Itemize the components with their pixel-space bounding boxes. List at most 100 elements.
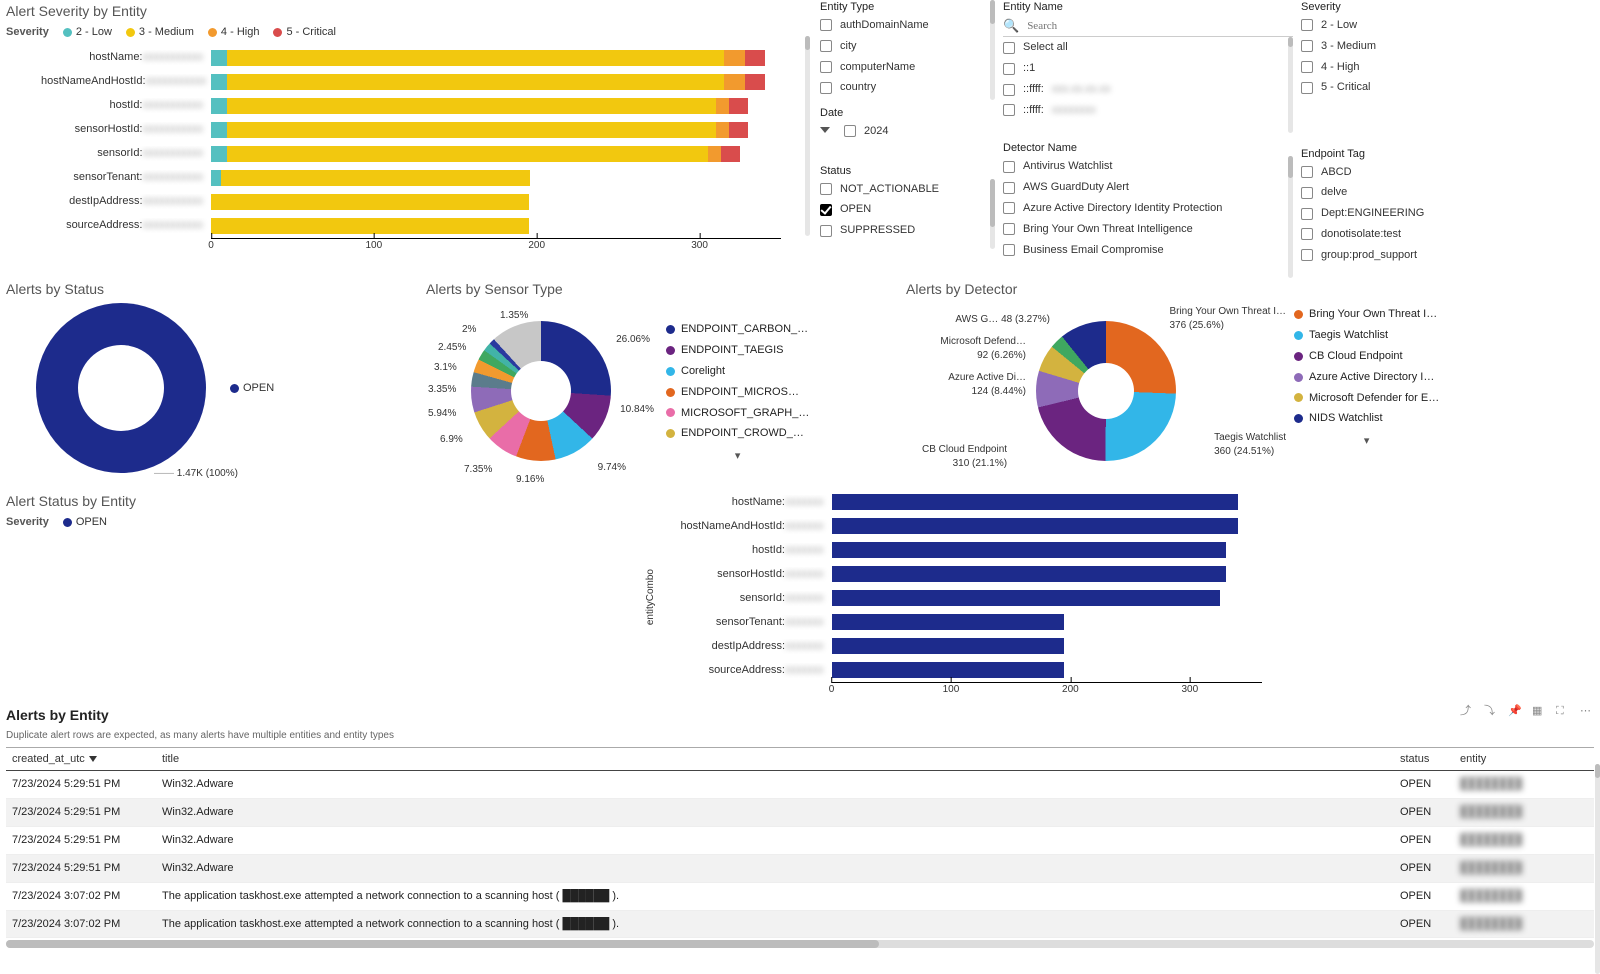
- chevron-down-icon[interactable]: ▾: [1294, 434, 1439, 449]
- bar-row[interactable]: hostName:xxxxxxxxxxx: [41, 46, 804, 70]
- severity-legend: Severity 2 - Low 3 - Medium 4 - High 5 -…: [6, 25, 804, 40]
- bar-row[interactable]: sensorHostId:xxxxxxx: [662, 562, 1600, 586]
- bar-row[interactable]: sourceAddress:xxxxxxx: [662, 658, 1600, 682]
- table-row[interactable]: 7/23/2024 5:29:51 PMWin32.AdwareOPEN████…: [6, 771, 1594, 799]
- entity-type-authdomainname[interactable]: authDomainName: [820, 15, 990, 36]
- donut-status[interactable]: —— 1.47K (100%): [36, 303, 206, 473]
- scrollbar[interactable]: [1595, 764, 1600, 974]
- bar-row[interactable]: destIpAddress:xxxxxxxxxxx: [41, 190, 804, 214]
- chevron-down-icon[interactable]: [820, 127, 830, 133]
- detector-azure-ad[interactable]: Azure Active Directory Identity Protecti…: [1003, 198, 1288, 219]
- entity-name-search-input[interactable]: [1025, 19, 1293, 33]
- entity-type-city[interactable]: city: [820, 36, 990, 57]
- severity-3-medium[interactable]: 3 - Medium: [1301, 36, 1406, 57]
- panel-alerts-by-detector: Alerts by Detector Bring Your Own Threat…: [900, 278, 1600, 488]
- bar-row[interactable]: destIpAddress:xxxxxxx: [662, 634, 1600, 658]
- alerts-table[interactable]: created_at_utc title status entity 7/23/…: [6, 748, 1594, 939]
- legend-medium[interactable]: 3 - Medium: [126, 25, 194, 40]
- bar-row[interactable]: hostId:xxxxxxx: [662, 538, 1600, 562]
- search-icon: 🔍: [1003, 17, 1019, 35]
- bar-row[interactable]: sensorId:xxxxxxxxxxx: [41, 142, 804, 166]
- x-axis: 0100200300: [832, 682, 1262, 704]
- severity-5-critical[interactable]: 5 - Critical: [1301, 77, 1406, 98]
- pin-icon[interactable]: 📌: [1508, 704, 1522, 718]
- filter-status-title: Status: [820, 164, 995, 179]
- filters-panel: Entity Type authDomainName city computer…: [810, 0, 1600, 278]
- bar-row[interactable]: sensorId:xxxxxxx: [662, 586, 1600, 610]
- more-icon[interactable]: ⋯: [1580, 704, 1594, 718]
- table-row[interactable]: 7/23/2024 3:07:02 PMThe application task…: [6, 910, 1594, 938]
- focus-mode-icon[interactable]: ⛶: [1556, 704, 1570, 718]
- table-row[interactable]: 7/23/2024 5:29:51 PMWin32.AdwareOPEN████…: [6, 854, 1594, 882]
- severity-2-low[interactable]: 2 - Low: [1301, 15, 1406, 36]
- endpoint-tag-abcd[interactable]: ABCD: [1301, 162, 1594, 183]
- scrollbar[interactable]: [1288, 156, 1293, 278]
- table-subtitle: Duplicate alert rows are expected, as ma…: [6, 729, 394, 743]
- bar-row[interactable]: sensorTenant:xxxxxxx: [662, 610, 1600, 634]
- status-bar-chart[interactable]: hostName:xxxxxxxhostNameAndHostId:xxxxxx…: [662, 490, 1600, 682]
- detector-byoti[interactable]: Bring Your Own Threat Intelligence: [1003, 219, 1288, 240]
- bar-row[interactable]: hostId:xxxxxxxxxxx: [41, 94, 804, 118]
- entity-name-select-all[interactable]: Select all: [1003, 37, 1288, 58]
- detector-antivirus[interactable]: Antivirus Watchlist: [1003, 156, 1288, 177]
- legend-high[interactable]: 4 - High: [208, 25, 260, 40]
- horizontal-scrollbar[interactable]: [6, 940, 1594, 948]
- bar-row[interactable]: hostNameAndHostId:xxxxxxx: [662, 514, 1600, 538]
- entity-type-computername[interactable]: computerName: [820, 57, 990, 78]
- drill-down-icon[interactable]: ⤵: [1484, 704, 1498, 718]
- bar-row[interactable]: sensorHostId:xxxxxxxxxxx: [41, 118, 804, 142]
- severity-4-high[interactable]: 4 - High: [1301, 57, 1406, 78]
- bar-row[interactable]: hostName:xxxxxxx: [662, 490, 1600, 514]
- date-2024[interactable]: 2024: [820, 121, 995, 142]
- status-not-actionable[interactable]: NOT_ACTIONABLE: [820, 179, 990, 200]
- scrollbar[interactable]: [805, 36, 810, 236]
- scrollbar[interactable]: [1288, 37, 1293, 133]
- col-status[interactable]: status: [1394, 748, 1454, 771]
- panel-alert-severity-by-entity: Alert Severity by Entity Severity 2 - Lo…: [0, 0, 810, 278]
- filter-detector-name-title: Detector Name: [1003, 141, 1293, 156]
- legend-open[interactable]: OPEN: [230, 381, 274, 396]
- bar-row[interactable]: hostNameAndHostId:xxxxxxxxxxx: [41, 70, 804, 94]
- visual-toolbar: ⤴ ⤵ 📌 ▦ ⛶ ⋯: [1460, 704, 1594, 742]
- donut-sensor-type[interactable]: 26.06% 10.84% 9.74% 9.16% 7.35% 6.9% 5.9…: [426, 303, 656, 483]
- entity-name-item[interactable]: ::1: [1003, 58, 1288, 79]
- severity-bar-chart[interactable]: hostName:xxxxxxxxxxxhostNameAndHostId:xx…: [6, 46, 804, 238]
- table-row[interactable]: 7/23/2024 5:29:51 PMWin32.AdwareOPEN████…: [6, 799, 1594, 827]
- detector-aws-guardduty[interactable]: AWS GuardDuty Alert: [1003, 177, 1288, 198]
- donut-callout: —— 1.47K (100%): [154, 467, 238, 481]
- filter-severity-title: Severity: [1301, 0, 1406, 15]
- bar-row[interactable]: sensorTenant:xxxxxxxxxxx: [41, 166, 804, 190]
- chevron-down-icon[interactable]: ▾: [666, 449, 809, 464]
- panel-alerts-by-entity-table: Alerts by Entity Duplicate alert rows ar…: [0, 704, 1600, 948]
- table-row[interactable]: 7/23/2024 5:29:51 PMWin32.AdwareOPEN████…: [6, 827, 1594, 855]
- endpoint-tag-engineering[interactable]: Dept:ENGINEERING: [1301, 203, 1594, 224]
- endpoint-tag-prod-support[interactable]: group:prod_support: [1301, 245, 1594, 266]
- status-suppressed[interactable]: SUPPRESSED: [820, 220, 990, 241]
- entity-name-item[interactable]: ::ffff:xxx.xx.xx.xx: [1003, 79, 1288, 100]
- scrollbar[interactable]: [990, 179, 995, 249]
- entity-name-search[interactable]: 🔍: [1003, 15, 1293, 38]
- table-row[interactable]: 7/23/2024 3:07:02 PMThe application task…: [6, 882, 1594, 910]
- endpoint-tag-delve[interactable]: delve: [1301, 182, 1594, 203]
- scrollbar[interactable]: [990, 0, 995, 100]
- filter-entity-type-title: Entity Type: [820, 0, 990, 15]
- entity-name-item[interactable]: ::ffff:xxxxxxxx: [1003, 100, 1288, 121]
- chart-title: Alert Severity by Entity: [6, 2, 804, 21]
- legend-critical[interactable]: 5 - Critical: [273, 25, 336, 40]
- panel-alerts-by-status: Alerts by Status —— 1.47K (100%) OPEN: [0, 278, 420, 488]
- col-entity[interactable]: entity: [1454, 748, 1594, 771]
- entity-type-country[interactable]: country: [820, 77, 990, 98]
- filter-icon[interactable]: ▦: [1532, 704, 1546, 718]
- drill-up-icon[interactable]: ⤴: [1460, 704, 1474, 718]
- col-title[interactable]: title: [156, 748, 1394, 771]
- panel-alert-status-by-entity: Alert Status by Entity Severity OPEN: [0, 490, 640, 704]
- detector-bec[interactable]: Business Email Compromise: [1003, 240, 1288, 261]
- donut-detector[interactable]: Bring Your Own Threat I…376 (25.6%) Taeg…: [906, 303, 1286, 488]
- bar-row[interactable]: sourceAddress:xxxxxxxxxxx: [41, 214, 804, 238]
- filter-date-title: Date: [820, 106, 995, 121]
- endpoint-tag-donotisolate[interactable]: donotisolate:test: [1301, 224, 1594, 245]
- legend-low[interactable]: 2 - Low: [63, 25, 112, 40]
- status-open[interactable]: OPEN: [820, 199, 990, 220]
- legend-open[interactable]: OPEN: [63, 515, 107, 530]
- col-created[interactable]: created_at_utc: [6, 748, 156, 771]
